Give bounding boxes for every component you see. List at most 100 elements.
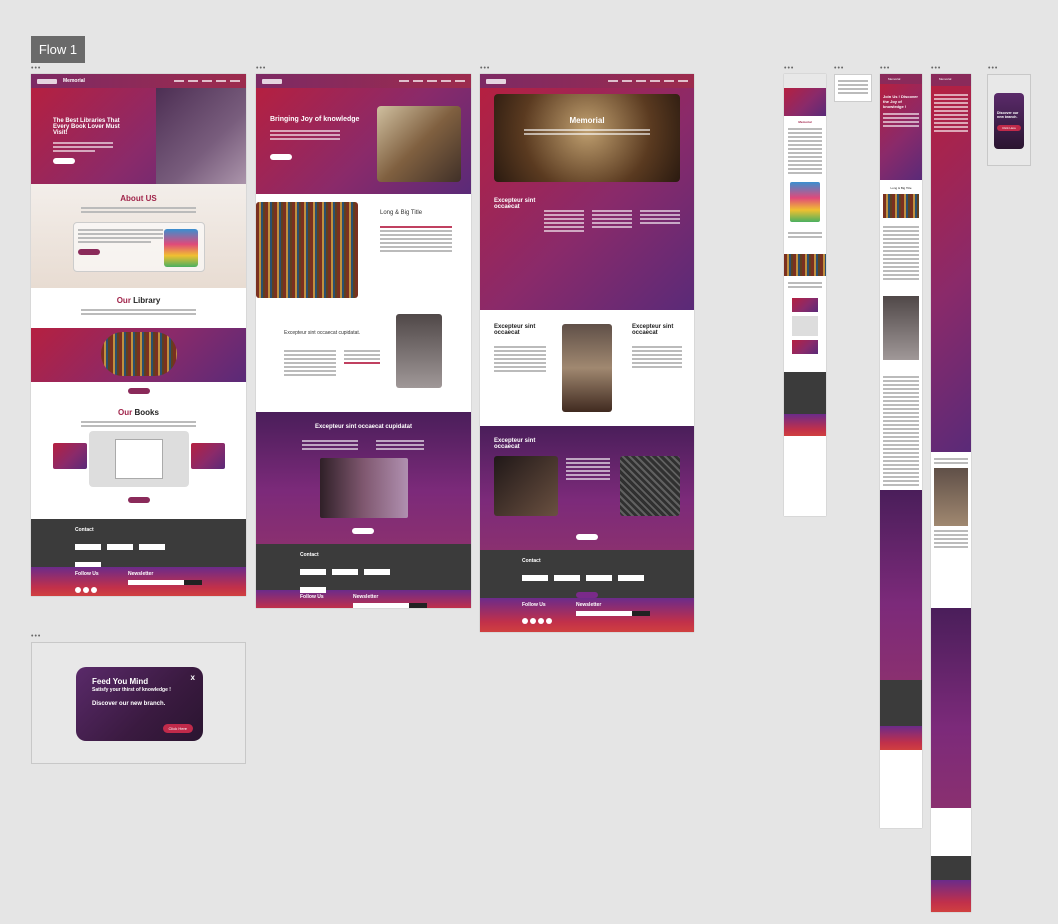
frame3-band-title: Excepteur sint occaecat bbox=[494, 438, 536, 450]
m4-popup-cta[interactable]: Click Here bbox=[997, 125, 1021, 131]
frame2-handle[interactable]: ••• bbox=[256, 65, 266, 72]
popup-cta-button[interactable]: Click Here bbox=[162, 724, 193, 733]
frame3-band-image-b bbox=[620, 456, 680, 516]
frame3-band-button[interactable] bbox=[576, 534, 598, 540]
frame1-about-button[interactable] bbox=[78, 249, 100, 255]
mobile-frame-2[interactable]: Memorial Join Us ! Discover the Joy of k… bbox=[880, 74, 922, 828]
frame1-book-featured[interactable] bbox=[89, 431, 189, 487]
frame3-subscribe-button[interactable] bbox=[632, 611, 650, 616]
frame3-hero: Memorial Excepteur sint occaecat bbox=[480, 88, 694, 310]
frame3-contact-field[interactable] bbox=[522, 575, 548, 581]
frame1-books-heading-b: Books bbox=[134, 408, 159, 417]
m1-library-image bbox=[784, 254, 826, 276]
m2-section-image bbox=[883, 194, 919, 218]
frame1-book-prev[interactable] bbox=[53, 443, 87, 469]
frame2-contact-field[interactable] bbox=[332, 569, 358, 575]
frame3-social-icons[interactable] bbox=[522, 611, 554, 629]
m4-popup-text: Discover our new branch. bbox=[997, 111, 1019, 119]
frame1-nav: Memorial bbox=[31, 74, 246, 88]
frame1-library-heading-b: Library bbox=[133, 296, 161, 305]
frame2-contact-field[interactable] bbox=[300, 569, 326, 575]
frame2-band-button[interactable] bbox=[352, 528, 374, 534]
frame2-newsletter-label: Newsletter bbox=[353, 594, 379, 600]
mobile-menu-card[interactable] bbox=[834, 74, 872, 102]
frame1-about-heading-b: US bbox=[145, 194, 157, 203]
frame1-social-icons[interactable] bbox=[75, 580, 106, 596]
frame3-contact-field[interactable] bbox=[586, 575, 612, 581]
frame2-desktop-about[interactable]: Bringing Joy of knowledge Long & Big Tit… bbox=[256, 74, 471, 608]
frame3-contact-field[interactable] bbox=[618, 575, 644, 581]
frame2-contact-field[interactable] bbox=[300, 587, 326, 593]
frame3-contact-field[interactable] bbox=[554, 575, 580, 581]
frame2-social-icons[interactable] bbox=[300, 603, 331, 608]
popup-title: Feed You Mind bbox=[92, 677, 149, 686]
frame1-nav-links[interactable] bbox=[174, 80, 240, 82]
frame3-col-image bbox=[562, 324, 612, 412]
m3-footer bbox=[931, 880, 971, 912]
m1-books-image bbox=[790, 182, 820, 222]
m2-title: Memorial bbox=[880, 74, 922, 84]
popup-close-icon[interactable]: x bbox=[191, 673, 195, 682]
frame2-nav-links[interactable] bbox=[399, 80, 465, 82]
m3-contact bbox=[931, 856, 971, 880]
frame1-logo[interactable] bbox=[37, 78, 57, 84]
frame2-hero-image bbox=[377, 106, 461, 182]
frame1-library-heading: Our Library bbox=[31, 288, 246, 305]
frame2-contact-field[interactable] bbox=[364, 569, 390, 575]
frame1-book-next[interactable] bbox=[191, 443, 225, 469]
frame2-contact: Contact bbox=[256, 544, 471, 608]
frame2-section-title: Long & Big Title bbox=[380, 210, 423, 216]
frame3-band: Excepteur sint occaecat bbox=[480, 426, 694, 550]
flow-label[interactable]: Flow 1 bbox=[31, 36, 85, 63]
m1-handle[interactable]: ••• bbox=[784, 65, 794, 72]
frame1-handle[interactable]: ••• bbox=[31, 65, 41, 72]
frame1-newsletter-input[interactable] bbox=[128, 580, 184, 585]
frame1-books-carousel[interactable] bbox=[31, 431, 246, 495]
frame2-sub-image bbox=[396, 314, 442, 388]
frame3-contact: Contact bbox=[480, 550, 694, 598]
frame3-nav-links[interactable] bbox=[608, 80, 688, 82]
frame2-section: Long & Big Title bbox=[256, 194, 471, 312]
frame3-handle[interactable]: ••• bbox=[480, 65, 490, 72]
frame1-contact-field[interactable] bbox=[75, 544, 101, 550]
frame2-sub-title: Excepteur sint occaecat cupidatat. bbox=[284, 330, 361, 336]
frame2-contact-label: Contact bbox=[300, 552, 319, 558]
frame1-desktop-home[interactable]: Memorial The Best Libraries That Every B… bbox=[31, 74, 246, 596]
frame1-contact-field[interactable] bbox=[139, 544, 165, 550]
frame1-contact-field[interactable] bbox=[107, 544, 133, 550]
frame2-footer: Follow Us Newsletter bbox=[256, 590, 471, 608]
mobile-frame-3[interactable]: Memorial bbox=[931, 74, 971, 912]
m4-handle[interactable]: ••• bbox=[988, 65, 998, 72]
frame3-columns: Excepteur sint occaecat Excepteur sint o… bbox=[480, 310, 694, 426]
frame1-subscribe-button[interactable] bbox=[184, 580, 202, 585]
frame3-footer: Follow Us Newsletter bbox=[480, 598, 694, 632]
frame2-hero-button[interactable] bbox=[270, 154, 292, 160]
frame3-follow-label: Follow Us bbox=[522, 602, 546, 608]
frame1-hero-button[interactable] bbox=[53, 158, 75, 164]
frame3-logo[interactable] bbox=[486, 78, 506, 84]
frame1-books-button[interactable] bbox=[127, 497, 150, 503]
m1-book-a[interactable] bbox=[792, 298, 818, 312]
frame3-desktop-library[interactable]: Memorial Excepteur sint occaecat Excepte… bbox=[480, 74, 694, 632]
frame1-contact-label: Contact bbox=[75, 527, 94, 533]
popup-handle[interactable]: ••• bbox=[31, 633, 41, 640]
frame1-library-heading-a: Our bbox=[116, 296, 131, 305]
frame1-books-heading: Our Books bbox=[31, 408, 246, 417]
frame1-hero-title: The Best Libraries That Every Book Lover… bbox=[53, 118, 120, 136]
frame3-section-title: Excepteur sint occaecat bbox=[494, 198, 536, 210]
mobile-frame-1[interactable]: Memorial bbox=[784, 74, 826, 516]
m2-handle[interactable]: ••• bbox=[880, 65, 890, 72]
frame2-hero: Bringing Joy of knowledge bbox=[256, 88, 471, 194]
frame1-books-heading-a: Our bbox=[118, 408, 133, 417]
frame2-newsletter-input[interactable] bbox=[353, 603, 409, 608]
m1-book-c[interactable] bbox=[792, 340, 818, 354]
frame2-subscribe-button[interactable] bbox=[409, 603, 427, 608]
frame3-newsletter-input[interactable] bbox=[576, 611, 632, 616]
frame1-hero-image bbox=[156, 88, 246, 184]
m2-band bbox=[880, 490, 922, 680]
frame2-logo[interactable] bbox=[262, 78, 282, 84]
m-card-handle[interactable]: ••• bbox=[834, 65, 844, 72]
m1-book-b[interactable] bbox=[792, 316, 818, 336]
m3-handle[interactable]: ••• bbox=[931, 65, 941, 72]
frame1-books-image bbox=[164, 229, 198, 267]
